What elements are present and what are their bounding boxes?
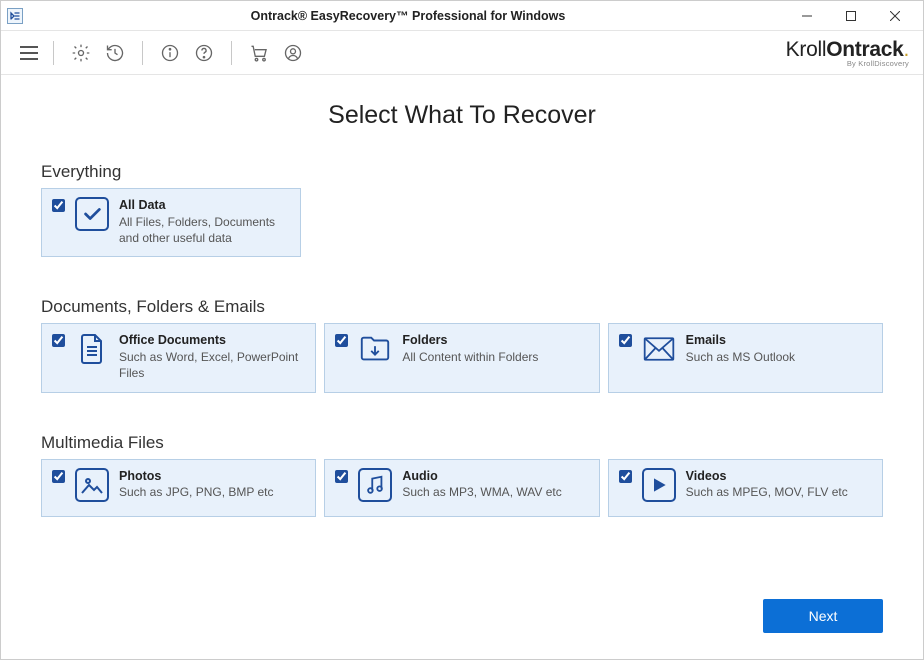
toolbar-separator [231,41,232,65]
card-desc: Such as MPEG, MOV, FLV etc [686,484,848,500]
brand-right: Ontrack [826,38,903,61]
content-area: Select What To Recover Everything All Da… [1,75,923,587]
toolbar: KrollOntrack. By KrollDiscovery [1,31,923,75]
user-icon[interactable] [280,40,306,66]
help-icon[interactable] [191,40,217,66]
footer: Next [1,587,923,659]
photo-icon [75,468,109,502]
checkbox-folders[interactable] [335,334,348,347]
card-title: Office Documents [119,332,305,349]
card-text: Photos Such as JPG, PNG, BMP etc [119,468,274,501]
cart-icon[interactable] [246,40,272,66]
email-icon [642,332,676,366]
folder-icon [358,332,392,366]
checkbox-emails[interactable] [619,334,632,347]
section-label-everything: Everything [41,162,883,182]
brand-left: Kroll [786,38,827,61]
close-button[interactable] [873,2,917,30]
card-desc: Such as Word, Excel, PowerPoint Files [119,349,305,381]
card-title: Photos [119,468,274,485]
checkbox-photos[interactable] [52,470,65,483]
audio-icon [358,468,392,502]
page-title: Select What To Recover [41,101,883,130]
titlebar: Ontrack® EasyRecovery™ Professional for … [1,1,923,31]
brand-subtext: By KrollDiscovery [847,59,909,68]
card-text: Folders All Content within Folders [402,332,538,365]
document-icon [75,332,109,366]
toolbar-separator [142,41,143,65]
card-text: All Data All Files, Folders, Documents a… [119,197,290,246]
card-all-data[interactable]: All Data All Files, Folders, Documents a… [41,188,301,257]
window-controls [785,2,917,30]
card-desc: All Files, Folders, Documents and other … [119,214,290,246]
card-videos[interactable]: Videos Such as MPEG, MOV, FLV etc [608,459,883,517]
checkbox-office-documents[interactable] [52,334,65,347]
card-desc: Such as MP3, WMA, WAV etc [402,484,561,500]
card-title: Folders [402,332,538,349]
toolbar-separator [53,41,54,65]
card-folders[interactable]: Folders All Content within Folders [324,323,599,392]
window-title: Ontrack® EasyRecovery™ Professional for … [31,9,785,23]
card-photos[interactable]: Photos Such as JPG, PNG, BMP etc [41,459,316,517]
brand-area: KrollOntrack. By KrollDiscovery [786,38,909,68]
row-docs: Office Documents Such as Word, Excel, Po… [41,323,883,392]
checkbox-videos[interactable] [619,470,632,483]
card-desc: Such as JPG, PNG, BMP etc [119,484,274,500]
card-emails[interactable]: Emails Such as MS Outlook [608,323,883,392]
checkbox-all-data[interactable] [52,199,65,212]
card-desc: All Content within Folders [402,349,538,365]
app-window: Ontrack® EasyRecovery™ Professional for … [0,0,924,660]
card-title: Emails [686,332,795,349]
app-icon [7,8,23,24]
card-audio[interactable]: Audio Such as MP3, WMA, WAV etc [324,459,599,517]
card-title: Audio [402,468,561,485]
section-label-docs: Documents, Folders & Emails [41,297,883,317]
section-label-media: Multimedia Files [41,433,883,453]
card-office-documents[interactable]: Office Documents Such as Word, Excel, Po… [41,323,316,392]
card-desc: Such as MS Outlook [686,349,795,365]
history-icon[interactable] [102,40,128,66]
card-text: Office Documents Such as Word, Excel, Po… [119,332,305,381]
card-title: Videos [686,468,848,485]
maximize-button[interactable] [829,2,873,30]
row-media: Photos Such as JPG, PNG, BMP etc Audio S… [41,459,883,517]
card-text: Emails Such as MS Outlook [686,332,795,365]
menu-button[interactable] [15,39,43,67]
card-title: All Data [119,197,290,214]
info-icon[interactable] [157,40,183,66]
row-everything: All Data All Files, Folders, Documents a… [41,188,883,257]
card-text: Audio Such as MP3, WMA, WAV etc [402,468,561,501]
video-icon [642,468,676,502]
minimize-button[interactable] [785,2,829,30]
checkbox-audio[interactable] [335,470,348,483]
settings-icon[interactable] [68,40,94,66]
next-button[interactable]: Next [763,599,883,633]
card-text: Videos Such as MPEG, MOV, FLV etc [686,468,848,501]
check-icon [75,197,109,231]
